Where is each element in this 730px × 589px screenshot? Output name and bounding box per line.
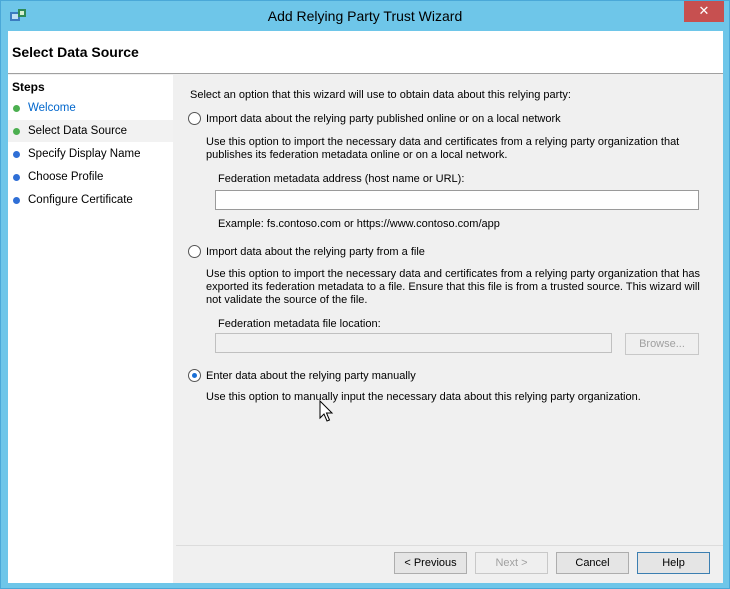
option-import-file-desc-2: exported its federation metadata to a fi… [206, 281, 700, 293]
radio-import-file[interactable] [188, 245, 201, 258]
close-button[interactable]: ✕ [684, 1, 724, 22]
option-import-file-label[interactable]: Import data about the relying party from… [206, 245, 425, 259]
wizard-footer: < Previous Next > Cancel Help [176, 545, 723, 583]
step-label: Choose Profile [28, 171, 104, 183]
step-pending-icon [13, 151, 20, 158]
metadata-file-input[interactable] [215, 333, 612, 353]
option-import-online-label[interactable]: Import data about the relying party publ… [206, 112, 561, 126]
option-import-file-desc-1: Use this option to import the necessary … [206, 268, 701, 280]
wizard-window: Add Relying Party Trust Wizard ✕ Select … [0, 0, 730, 589]
metadata-file-label: Federation metadata file location: [218, 318, 381, 330]
option-import-online-desc-2: publishes its federation metadata online… [206, 149, 508, 161]
page-title: Select Data Source [12, 44, 139, 60]
step-select-data-source: Select Data Source [8, 120, 173, 142]
step-pending-icon [13, 174, 20, 181]
wizard-header: Select Data Source [8, 31, 723, 74]
step-label: Welcome [28, 102, 76, 114]
cancel-button[interactable]: Cancel [556, 552, 629, 574]
title-bar[interactable]: Add Relying Party Trust Wizard ✕ [1, 1, 729, 31]
radio-import-online[interactable] [188, 112, 201, 125]
metadata-address-example: Example: fs.contoso.com or https://www.c… [218, 218, 500, 230]
step-specify-display-name: Specify Display Name [8, 143, 173, 165]
mouse-cursor-icon [319, 400, 334, 422]
steps-panel: Steps Welcome Select Data Source Specify… [8, 75, 173, 583]
option-import-online-desc-1: Use this option to import the necessary … [206, 136, 680, 148]
steps-title: Steps [12, 80, 45, 94]
previous-button[interactable]: < Previous [394, 552, 467, 574]
option-import-file-desc-3: not validate the source of the file. [206, 294, 368, 306]
radio-enter-manually[interactable] [188, 369, 201, 382]
step-configure-certificate: Configure Certificate [8, 189, 173, 211]
help-button[interactable]: Help [637, 552, 710, 574]
step-label: Specify Display Name [28, 148, 141, 160]
metadata-address-label: Federation metadata address (host name o… [218, 173, 465, 185]
option-enter-manually-label[interactable]: Enter data about the relying party manua… [206, 369, 416, 383]
step-welcome[interactable]: Welcome [8, 97, 173, 119]
metadata-address-input[interactable] [215, 190, 699, 210]
intro-text: Select an option that this wizard will u… [190, 89, 571, 101]
content-panel: Select an option that this wizard will u… [176, 75, 723, 545]
browse-button[interactable]: Browse... [625, 333, 699, 355]
window-title: Add Relying Party Trust Wizard [267, 8, 463, 24]
step-current-icon [13, 128, 20, 135]
option-enter-manually-desc: Use this option to manually input the ne… [206, 391, 641, 403]
step-pending-icon [13, 197, 20, 204]
step-label: Configure Certificate [28, 194, 133, 206]
next-button[interactable]: Next > [475, 552, 548, 574]
step-choose-profile: Choose Profile [8, 166, 173, 188]
wizard-client: Select Data Source Steps Welcome Select … [8, 31, 723, 583]
step-complete-icon [13, 105, 20, 112]
step-label: Select Data Source [28, 125, 128, 137]
